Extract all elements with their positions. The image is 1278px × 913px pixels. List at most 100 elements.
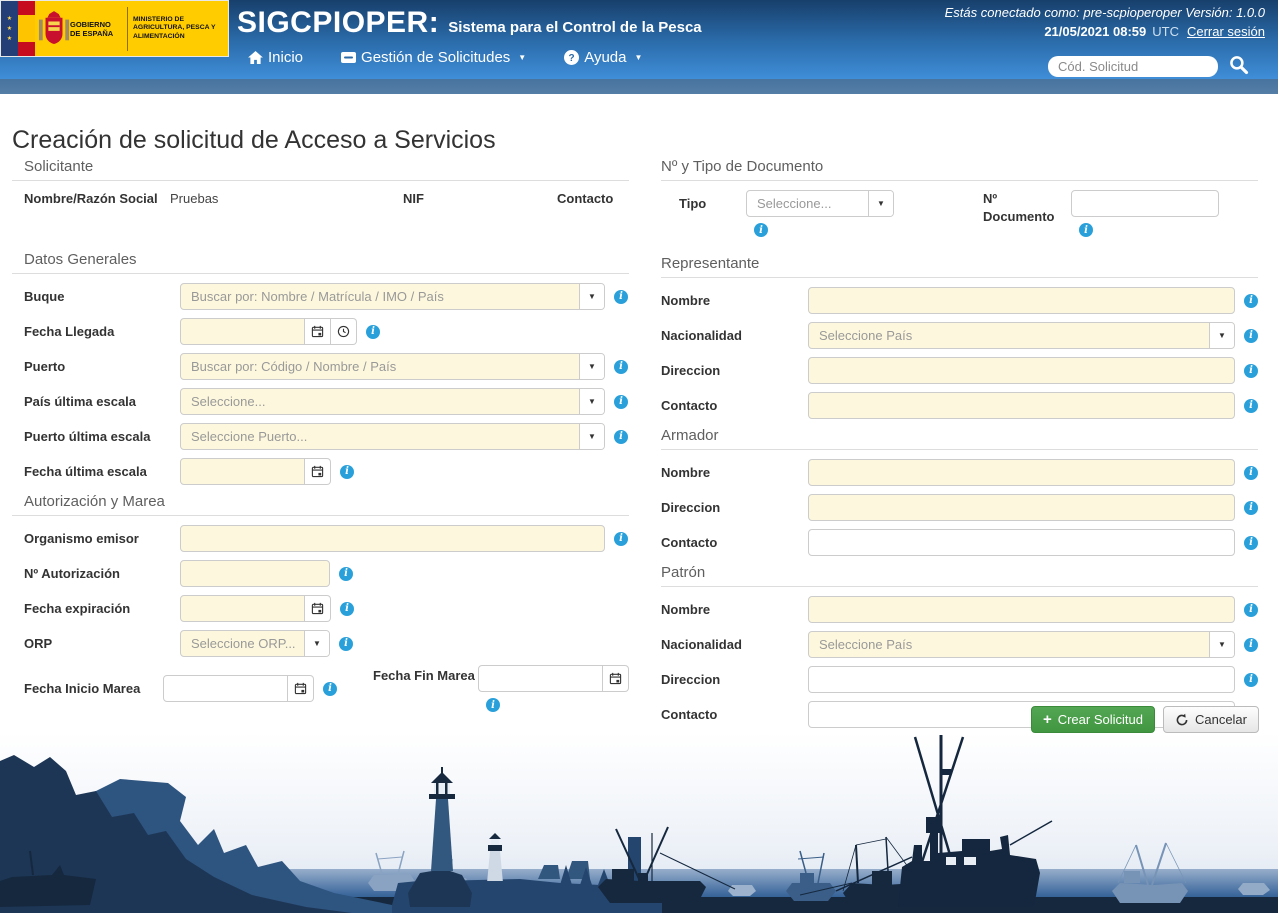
info-icon[interactable]: i — [614, 430, 628, 444]
calendar-button[interactable] — [603, 665, 629, 692]
field-label: Fecha Inicio Marea — [12, 681, 163, 696]
main-nav: Inicio Gestión de Solicitudes ▼ ? Ayuda … — [248, 49, 642, 66]
section-title: Nº y Tipo de Documento — [661, 158, 1258, 181]
patron-nombre-input[interactable] — [808, 596, 1235, 623]
field-label: Nombre — [661, 465, 808, 480]
form-section: ArmadorNombreiDireccioniContactoi — [661, 427, 1258, 556]
calendar-icon — [294, 682, 307, 695]
info-icon[interactable]: i — [1244, 673, 1258, 687]
orp-select[interactable]: Seleccione ORP...▼ — [180, 630, 330, 657]
logout-link[interactable]: Cerrar sesión — [1187, 24, 1265, 39]
pais-ultima-escala-select[interactable]: Seleccione...▼ — [180, 388, 605, 415]
calendar-button[interactable] — [305, 458, 331, 485]
num-autorizacion-input[interactable] — [180, 560, 330, 587]
armador-nombre-input[interactable] — [808, 459, 1235, 486]
form-row-armador-nombre: Nombre i — [661, 459, 1258, 486]
form-row-pais-ultima-escala: País última escalaSeleccione...▼i — [12, 388, 629, 415]
dropdown-caret-icon: ▼ — [579, 389, 604, 414]
calendar-button[interactable] — [288, 675, 314, 702]
utc-label: UTC — [1152, 24, 1179, 39]
armador-contacto-input[interactable] — [808, 529, 1235, 556]
nav-item-inicio[interactable]: Inicio — [248, 49, 303, 66]
info-icon[interactable]: i — [1244, 536, 1258, 550]
organismo-emisor-input[interactable] — [180, 525, 605, 552]
select-placeholder: Seleccione... — [181, 394, 579, 409]
nav-item-ayuda[interactable]: ? Ayuda ▼ — [564, 49, 642, 66]
info-icon[interactable]: i — [1244, 364, 1258, 378]
field-label: Contacto — [661, 707, 808, 722]
info-icon[interactable]: i — [366, 325, 380, 339]
info-icon[interactable]: i — [614, 532, 628, 546]
nav-item-gestion-solicitudes[interactable]: Gestión de Solicitudes ▼ — [341, 49, 526, 66]
app-subtitle: Sistema para el Control de la Pesca — [448, 19, 701, 36]
fecha-fin-marea-input[interactable] — [478, 665, 603, 692]
field-label: NIF — [403, 191, 424, 206]
calendar-button[interactable] — [305, 595, 331, 622]
armador-direccion-input[interactable] — [808, 494, 1235, 521]
form-section: RepresentanteNombreiNacionalidadSeleccio… — [661, 255, 1258, 419]
fecha-inicio-marea-input[interactable] — [163, 675, 288, 702]
right-form-sections: RepresentanteNombreiNacionalidadSeleccio… — [661, 255, 1258, 728]
info-icon[interactable]: i — [340, 602, 354, 616]
form-section: PatrónNombreiNacionalidadSeleccione País… — [661, 564, 1258, 728]
search-button[interactable] — [1228, 55, 1250, 77]
representante-nacionalidad-select[interactable]: Seleccione País▼ — [808, 322, 1235, 349]
numero-documento-input[interactable] — [1071, 190, 1219, 217]
info-icon[interactable]: i — [1244, 294, 1258, 308]
representante-contacto-input[interactable] — [808, 392, 1235, 419]
puerto-ultima-escala-select[interactable]: Seleccione Puerto...▼ — [180, 423, 605, 450]
info-icon[interactable]: i — [1244, 399, 1258, 413]
fecha-expiracion-input[interactable] — [180, 595, 305, 622]
form-row-patron-nacionalidad: NacionalidadSeleccione País▼i — [661, 631, 1258, 658]
form-row-puerto-ultima-escala: Puerto última escalaSeleccione Puerto...… — [12, 423, 629, 450]
home-icon — [248, 51, 263, 64]
field-label: Puerto — [12, 359, 180, 374]
crear-solicitud-button[interactable]: + Crear Solicitud — [1031, 706, 1155, 733]
buque-select[interactable]: Buscar por: Nombre / Matrícula / IMO / P… — [180, 283, 605, 310]
info-icon[interactable]: i — [754, 223, 768, 237]
representante-nombre-input[interactable] — [808, 287, 1235, 314]
datetime-line: 21/05/2021 08:59UTCCerrar sesión — [945, 24, 1265, 39]
calendar-icon — [609, 672, 622, 685]
fecha-llegada-input[interactable] — [180, 318, 305, 345]
eu-stars-strip: ★ ★ ★ — [1, 1, 18, 56]
info-icon[interactable]: i — [323, 682, 337, 696]
fecha-ultima-escala-input[interactable] — [180, 458, 305, 485]
cancelar-button[interactable]: Cancelar — [1163, 706, 1259, 733]
user-info: Estás conectado como: pre-scpioperoper V… — [945, 5, 1265, 39]
patron-direccion-input[interactable] — [808, 666, 1235, 693]
info-icon[interactable]: i — [614, 395, 628, 409]
star-icon: ★ — [7, 15, 12, 22]
info-icon[interactable]: i — [486, 698, 500, 712]
calendar-icon — [311, 602, 324, 615]
calendar-button[interactable] — [305, 318, 331, 345]
left-form-sections: Datos GeneralesBuqueBuscar por: Nombre /… — [12, 251, 629, 712]
ministerio-label: MINISTERIO DE AGRICULTURA, PESCA Y ALIME… — [133, 16, 221, 41]
solicitud-search-input[interactable] — [1048, 56, 1218, 77]
tipo-documento-select[interactable]: Seleccione... ▼ — [746, 190, 894, 217]
info-icon[interactable]: i — [1244, 501, 1258, 515]
form-row-fecha-inicio-marea: Fecha Inicio MareaiFecha Fin Mareai — [12, 665, 629, 712]
info-icon[interactable]: i — [1244, 603, 1258, 617]
puerto-select[interactable]: Buscar por: Código / Nombre / País▼ — [180, 353, 605, 380]
patron-nacionalidad-select[interactable]: Seleccione País▼ — [808, 631, 1235, 658]
representante-direccion-input[interactable] — [808, 357, 1235, 384]
ministry-logo-panel: GOBIERNO DE ESPAÑA MINISTERIO DE AGRICUL… — [35, 1, 228, 56]
field-label: Direccion — [661, 500, 808, 515]
info-icon[interactable]: i — [1244, 466, 1258, 480]
info-icon[interactable]: i — [1079, 223, 1093, 237]
info-icon[interactable]: i — [1244, 638, 1258, 652]
solicitante-section: Solicitante Nombre/Razón Social Pruebas … — [12, 158, 629, 227]
info-icon[interactable]: i — [614, 290, 628, 304]
spain-government-logo: ★ ★ ★ GOBIERNO DE ESPAÑA MINISTERIO DE — [0, 0, 229, 57]
info-icon[interactable]: i — [340, 465, 354, 479]
info-icon[interactable]: i — [339, 637, 353, 651]
documento-section: Nº y Tipo de Documento Tipo Seleccione..… — [661, 158, 1258, 237]
info-icon[interactable]: i — [614, 360, 628, 374]
info-icon[interactable]: i — [339, 567, 353, 581]
clock-button[interactable] — [331, 318, 357, 345]
dropdown-caret-icon: ▼ — [304, 631, 329, 656]
form-row-representante-direccion: Direccioni — [661, 357, 1258, 384]
info-icon[interactable]: i — [1244, 329, 1258, 343]
right-column: Nº y Tipo de Documento Tipo Seleccione..… — [661, 158, 1258, 736]
